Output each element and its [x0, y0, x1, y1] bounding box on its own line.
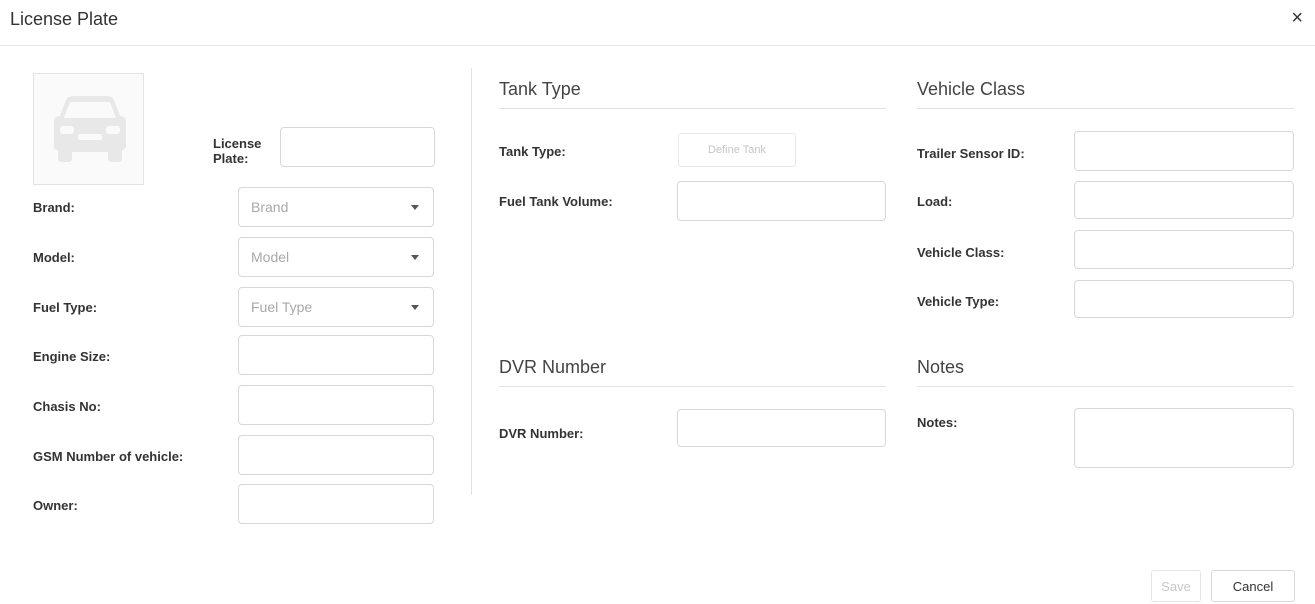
brand-select[interactable]: Brand — [238, 187, 434, 227]
notes-label: Notes: — [917, 415, 958, 430]
cancel-button[interactable]: Cancel — [1211, 570, 1295, 602]
chasis-input[interactable] — [239, 386, 433, 424]
model-select[interactable]: Model — [238, 237, 434, 277]
license-plate-label: License Plate: — [213, 136, 262, 166]
chasis-label: Chasis No: — [33, 399, 101, 414]
vehicle-class-title: Vehicle Class — [917, 79, 1026, 99]
load-label: Load: — [917, 194, 953, 209]
column-divider — [471, 68, 472, 495]
dvr-number-divider — [499, 386, 886, 387]
vehicle-photo[interactable] — [33, 73, 144, 185]
engine-size-label: Engine Size: — [33, 349, 111, 364]
brand-label: Brand: — [33, 200, 75, 215]
fuel-tank-volume-input[interactable] — [678, 182, 885, 220]
notes-textarea[interactable] — [1075, 409, 1293, 467]
vehicle-class-input[interactable] — [1075, 231, 1293, 268]
owner-input[interactable] — [239, 485, 433, 523]
fuel-type-select[interactable]: Fuel Type — [238, 287, 434, 327]
vehicle-type-field[interactable] — [1074, 280, 1294, 318]
tank-type-label: Tank Type: — [499, 144, 566, 159]
chevron-down-icon — [411, 205, 419, 210]
owner-field[interactable] — [238, 484, 434, 524]
model-label: Model: — [33, 250, 75, 265]
define-tank-button[interactable]: Define Tank — [678, 133, 796, 167]
dvr-number-input[interactable] — [678, 410, 885, 446]
chevron-down-icon — [411, 255, 419, 260]
notes-field[interactable] — [1074, 408, 1294, 468]
fuel-tank-volume-field[interactable] — [677, 181, 886, 221]
fuel-type-placeholder: Fuel Type — [251, 299, 313, 315]
vehicle-class-field[interactable] — [1074, 230, 1294, 269]
modal-title: License Plate — [10, 9, 119, 29]
gsm-input[interactable] — [239, 436, 433, 474]
dvr-number-label: DVR Number: — [499, 426, 584, 441]
tank-type-title: Tank Type — [499, 79, 581, 99]
trailer-sensor-input[interactable] — [1075, 132, 1293, 170]
gsm-label: GSM Number of vehicle: — [33, 449, 184, 464]
vehicle-class-divider — [917, 108, 1294, 109]
trailer-sensor-field[interactable] — [1074, 131, 1294, 171]
load-field[interactable] — [1074, 181, 1294, 219]
engine-size-input[interactable] — [239, 336, 433, 374]
chasis-field[interactable] — [238, 385, 434, 425]
fuel-tank-volume-label: Fuel Tank Volume: — [499, 194, 613, 209]
notes-title: Notes — [917, 357, 965, 377]
modal-header: License Plate × — [0, 0, 1315, 46]
vehicle-type-label: Vehicle Type: — [917, 294, 1000, 309]
chevron-down-icon — [411, 305, 419, 310]
fuel-type-label: Fuel Type: — [33, 300, 98, 315]
gsm-field[interactable] — [238, 435, 434, 475]
notes-divider — [917, 386, 1294, 387]
dvr-number-title: DVR Number — [499, 357, 607, 377]
license-plate-field[interactable] — [280, 127, 435, 167]
model-placeholder: Model — [251, 249, 290, 265]
brand-placeholder: Brand — [251, 199, 289, 215]
car-icon — [54, 96, 126, 162]
dvr-number-field[interactable] — [677, 409, 886, 447]
tank-type-divider — [499, 108, 886, 109]
save-button[interactable]: Save — [1151, 570, 1201, 602]
vehicle-type-input[interactable] — [1075, 281, 1293, 317]
owner-label: Owner: — [33, 498, 78, 513]
engine-size-field[interactable] — [238, 335, 434, 375]
trailer-sensor-label: Trailer Sensor ID: — [917, 146, 1025, 161]
load-input[interactable] — [1075, 182, 1293, 218]
close-icon[interactable]: × — [1291, 8, 1303, 28]
vehicle-class-label: Vehicle Class: — [917, 245, 1005, 260]
license-plate-input[interactable] — [281, 128, 434, 166]
